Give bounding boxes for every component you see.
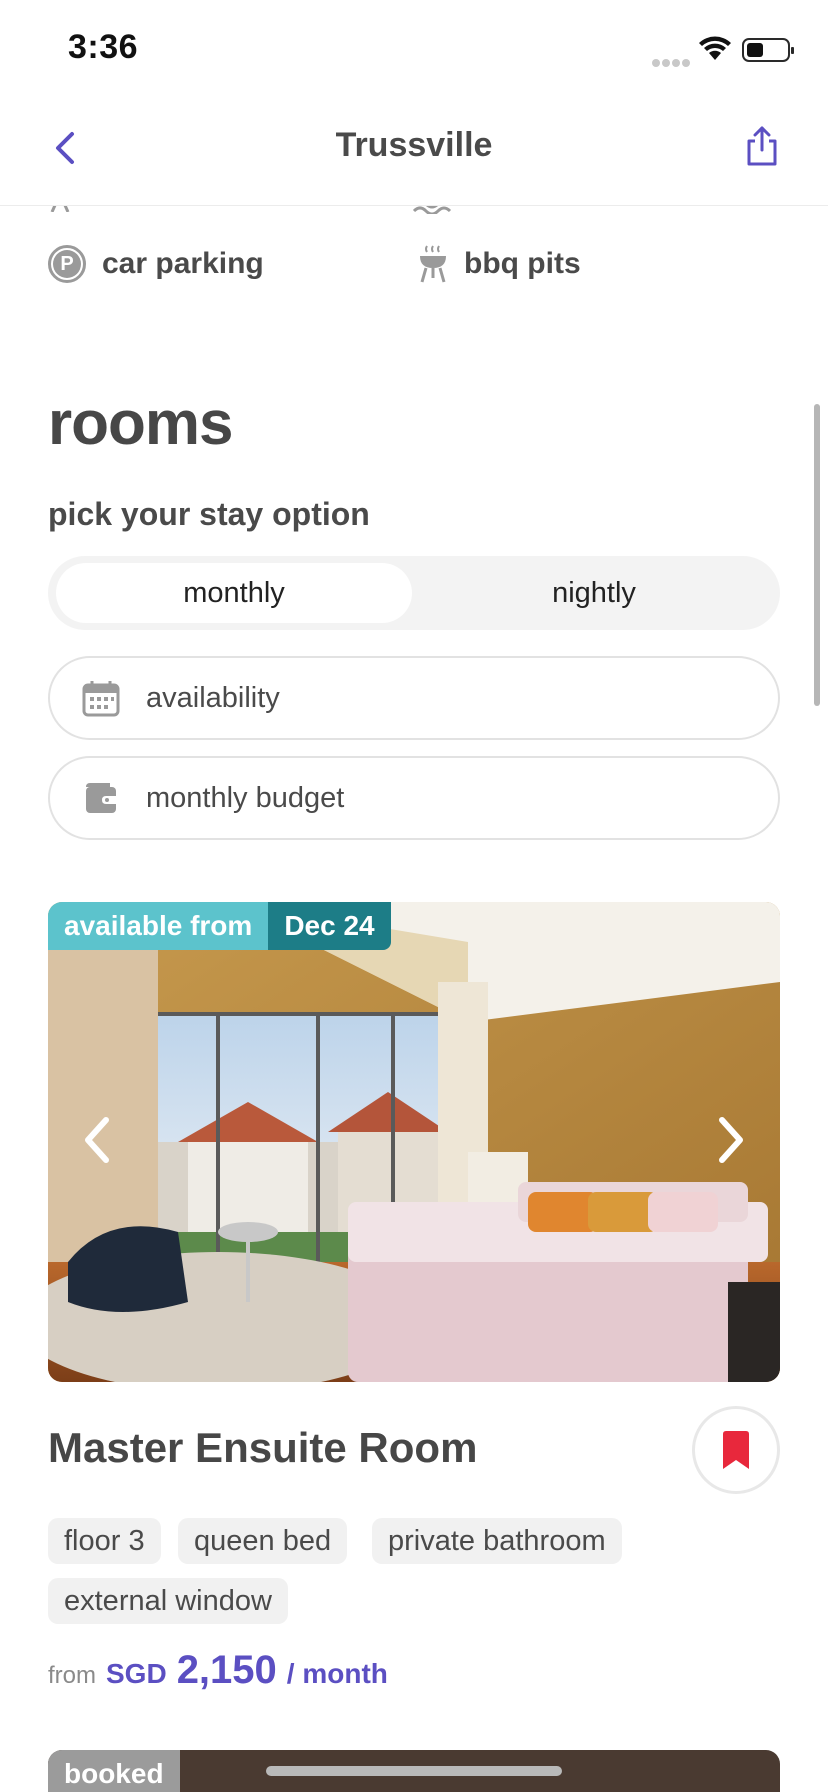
battery-icon bbox=[742, 38, 794, 62]
room-tag: queen bed bbox=[178, 1518, 348, 1564]
wallet-icon bbox=[86, 783, 116, 813]
bookmark-icon bbox=[723, 1431, 749, 1469]
carousel-next-icon[interactable] bbox=[710, 1110, 750, 1170]
monthly-budget-field[interactable]: monthly budget bbox=[48, 756, 780, 840]
amenity-icon-partial bbox=[50, 206, 70, 212]
room-photo bbox=[48, 902, 780, 1382]
room-photo-carousel[interactable]: available from Dec 24 bbox=[48, 902, 780, 1382]
room-title[interactable]: Master Ensuite Room bbox=[48, 1424, 477, 1472]
booked-badge: booked bbox=[48, 1750, 180, 1792]
amenity-row-cutoff bbox=[0, 206, 828, 218]
calendar-icon bbox=[82, 681, 120, 717]
availability-field[interactable]: availability bbox=[48, 656, 780, 740]
parking-icon: P bbox=[48, 245, 86, 283]
amenity-label: car parking bbox=[102, 247, 264, 280]
cellular-signal-icon bbox=[652, 54, 692, 67]
available-date: Dec 24 bbox=[268, 902, 391, 950]
availability-badge: available from Dec 24 bbox=[48, 902, 391, 950]
amenity-car-parking: P car parking bbox=[48, 244, 264, 284]
amenity-row: P car parking bbq pits bbox=[48, 244, 788, 284]
amenity-bbq-pits: bbq pits bbox=[418, 244, 581, 284]
availability-label: availability bbox=[146, 681, 280, 714]
rooms-heading: rooms bbox=[48, 389, 233, 458]
page-title: Trussville bbox=[335, 126, 493, 164]
monthly-budget-label: monthly budget bbox=[146, 781, 345, 814]
status-time: 3:36 bbox=[68, 28, 139, 66]
wifi-icon bbox=[699, 36, 731, 60]
nightly-option[interactable]: nightly bbox=[416, 563, 772, 623]
amenity-label: bbq pits bbox=[464, 247, 581, 280]
room-price: from SGD 2,150 / month bbox=[48, 1648, 388, 1702]
price-prefix: from bbox=[48, 1662, 96, 1689]
room-tag: floor 3 bbox=[48, 1518, 161, 1564]
pool-icon bbox=[412, 206, 452, 214]
stay-option-prompt: pick your stay option bbox=[48, 496, 370, 532]
room-tag: external window bbox=[48, 1578, 288, 1624]
carousel-prev-icon[interactable] bbox=[78, 1110, 118, 1170]
bookmark-button[interactable] bbox=[692, 1406, 780, 1494]
status-bar: 3:36 bbox=[0, 0, 828, 96]
available-from-label: available from bbox=[48, 902, 269, 950]
scrollbar[interactable] bbox=[814, 404, 820, 706]
bbq-icon bbox=[420, 245, 446, 283]
nav-bar: Trussville bbox=[0, 96, 828, 206]
price-currency: SGD bbox=[106, 1658, 167, 1689]
share-icon[interactable] bbox=[744, 124, 780, 168]
price-amount: 2,150 bbox=[176, 1648, 277, 1692]
stay-option-toggle: monthly nightly bbox=[48, 556, 780, 630]
room-tag: private bathroom bbox=[372, 1518, 622, 1564]
home-indicator[interactable] bbox=[266, 1766, 562, 1776]
price-period: / month bbox=[286, 1658, 388, 1689]
monthly-option[interactable]: monthly bbox=[56, 563, 412, 623]
